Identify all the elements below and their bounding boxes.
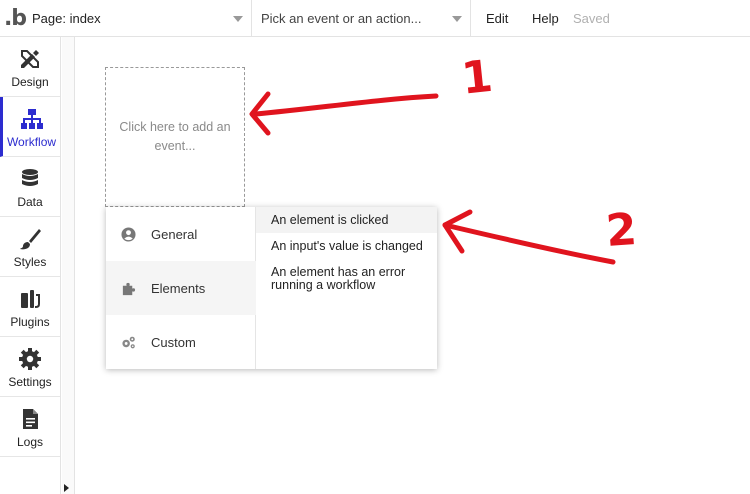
sidebar-item-label: Plugins [10,315,50,329]
left-sidebar: Design Workflow Data Styles Plugins Sett… [0,37,61,494]
expand-arrow-icon[interactable] [64,484,69,492]
sidebar-item-label: Styles [13,255,47,269]
category-label: Custom [151,334,196,350]
sidebar-item-data[interactable]: Data [0,157,60,217]
event-category-list: General Elements Custom [106,207,256,369]
event-action-placeholder: Pick an event or an action... [261,11,422,26]
event-action-selector[interactable]: Pick an event or an action... [253,0,471,37]
gears-icon [122,336,135,348]
workflow-icon [20,109,43,129]
category-label: General [151,226,198,242]
event-type-menu: General Elements Custom An element is cl… [106,207,437,369]
sidebar-item-label: Data [17,195,43,209]
sidebar-item-settings[interactable]: Settings [0,337,60,397]
page-selector[interactable]: Page: index [26,0,252,37]
event-option[interactable]: An element has an error running a workfl… [256,259,437,299]
sidebar-item-design[interactable]: Design [0,37,60,97]
chevron-down-icon [452,16,462,22]
document-icon [23,409,38,429]
add-event-text: Click here to add an event... [119,120,231,153]
category-custom[interactable]: Custom [106,315,256,369]
sidebar-item-logs[interactable]: Logs [0,397,60,457]
sidebar-item-styles[interactable]: Styles [0,217,60,277]
sidebar-item-label: Settings [8,375,52,389]
user-circle-icon [121,226,136,242]
sidebar-item-label: Design [11,75,49,89]
event-option[interactable]: An input's value is changed [256,233,437,259]
sidebar-item-label: Logs [16,435,44,449]
event-option[interactable]: An element is clicked [256,207,437,233]
save-status: Saved [573,11,610,26]
sidebar-item-plugins[interactable]: Plugins [0,277,60,337]
help-menu[interactable]: Help [532,0,559,37]
design-icon [21,50,39,68]
page-selector-label: Page: index [32,11,101,26]
category-elements[interactable]: Elements [106,261,256,315]
sidebar-item-workflow[interactable]: Workflow [0,97,60,157]
brush-icon [20,229,41,250]
palette-collapse-bar[interactable] [62,37,75,494]
sidebar-item-label: Workflow [6,135,57,149]
chevron-down-icon [233,16,243,22]
category-general[interactable]: General [106,207,256,261]
add-event-box[interactable]: Click here to add an event... [105,67,245,207]
gear-icon [19,348,41,370]
category-label: Elements [151,280,206,296]
puzzle-icon [122,282,136,295]
top-bar: .b Page: index Pick an event or an actio… [0,0,750,37]
plugin-icon [21,290,40,308]
database-icon [22,169,38,186]
edit-menu[interactable]: Edit [486,0,508,37]
